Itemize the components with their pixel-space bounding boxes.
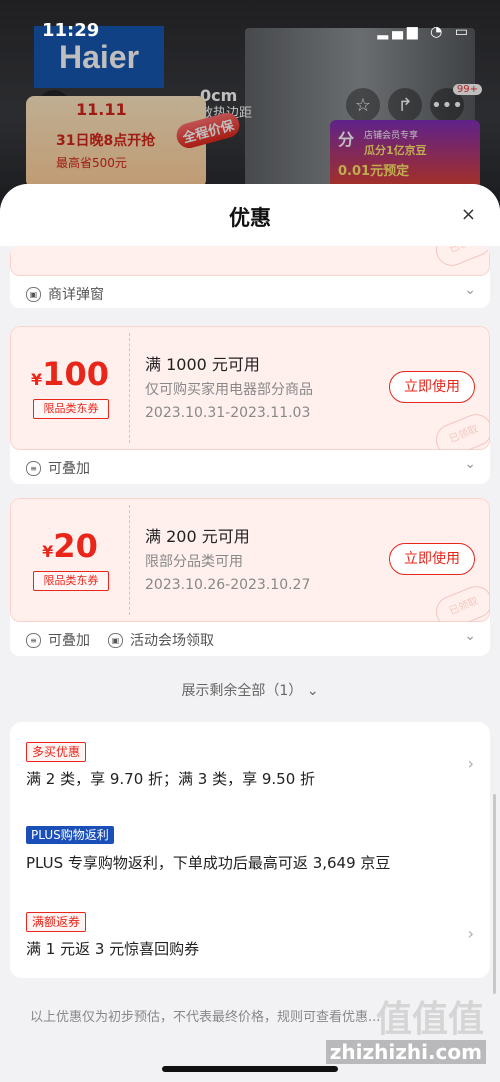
footer-item: ▣ 商详弹窗 xyxy=(26,284,104,304)
amount-value: 100 xyxy=(42,355,109,393)
coupon-amount: ¥100 xyxy=(11,355,129,393)
disclaimer-text: 以上优惠仅为初步预估，不代表最终价格，规则可查看优惠... xyxy=(30,1010,381,1025)
footer-label: 活动会场领取 xyxy=(130,633,214,649)
sheet-header: 优惠 × xyxy=(0,184,500,246)
coupon-body: ¥100 限品类东券 满 1000 元可用 仅可购买家用电器部分商品 2023.… xyxy=(10,326,490,461)
sheet-title: 优惠 xyxy=(229,206,271,230)
coupon-footer[interactable]: ≡ 可叠加 ▣ 活动会场领取 ⌄ xyxy=(10,622,490,656)
benefit-text: PLUS 专享购物返利，下单成功后最高可返 3,649 京豆 xyxy=(26,854,391,872)
coupon-divider xyxy=(129,505,130,615)
footer-item: ▣ 活动会场领取 xyxy=(108,630,214,650)
watermark-url: zhizhizhi.com xyxy=(325,1040,486,1064)
chevron-down-icon[interactable]: ⌄ xyxy=(464,282,476,298)
chevron-down-icon: ⌄ xyxy=(306,683,319,699)
home-indicator xyxy=(162,1066,338,1072)
discount-sheet: 优惠 × 已领取 ▣ 商详弹窗 ⌄ ¥100 限品类东券 满 1000 元可用 … xyxy=(0,184,500,1082)
coupon-card-partial: 已领取 ▣ 商详弹窗 ⌄ xyxy=(10,246,490,308)
benefit-tag: PLUS购物返利 xyxy=(26,826,114,844)
coupon-footer[interactable]: ≡ 可叠加 ⌄ xyxy=(10,450,490,484)
coupon-scope: 限部分品类可用 xyxy=(145,554,243,570)
footer-item: ≡ 可叠加 xyxy=(26,458,90,478)
amount-value: 20 xyxy=(53,527,98,565)
chevron-right-icon: › xyxy=(467,754,474,773)
scrollbar[interactable] xyxy=(493,794,496,994)
coupon-type-tag: 限品类东券 xyxy=(33,571,109,591)
coupon-footer[interactable]: ▣ 商详弹窗 ⌄ xyxy=(10,276,490,308)
status-time: 11:29 xyxy=(42,20,100,41)
coupon-amount: ¥20 xyxy=(11,527,129,565)
coupon-dates: 2023.10.26-2023.10.27 xyxy=(145,577,311,593)
coupon-scope: 仅可购买家用电器部分商品 xyxy=(145,382,313,398)
claimed-stamp: 已领取 xyxy=(431,246,490,271)
footer-item: ≡ 可叠加 xyxy=(26,630,90,650)
currency-symbol: ¥ xyxy=(42,542,54,561)
coupon-divider xyxy=(129,333,130,443)
footer-label: 可叠加 xyxy=(48,461,90,477)
chevron-down-icon[interactable]: ⌄ xyxy=(464,456,476,472)
close-icon[interactable]: × xyxy=(461,204,476,225)
benefit-tag: 多买优惠 xyxy=(26,742,87,762)
coupon-card: ¥100 限品类东券 满 1000 元可用 仅可购买家用电器部分商品 2023.… xyxy=(10,326,490,484)
coupon-partial-body: 已领取 xyxy=(10,246,490,276)
status-icons: ▂▄▆ ◔ ▭ xyxy=(377,24,472,40)
coupon-condition: 满 1000 元可用 xyxy=(145,355,260,374)
coupon-dates: 2023.10.31-2023.11.03 xyxy=(145,405,311,421)
benefits-card: 多买优惠 满 2 类，享 9.70 折；满 3 类，享 9.50 折 › PLU… xyxy=(10,722,490,978)
benefit-text: 满 2 类，享 9.70 折；满 3 类，享 9.50 折 xyxy=(26,770,316,788)
watermark-logo: 值值值 xyxy=(375,999,484,1040)
popup-icon: ▣ xyxy=(26,286,41,302)
stack-icon: ≡ xyxy=(26,460,41,476)
footer-label: 可叠加 xyxy=(48,633,90,649)
coupon-condition: 满 200 元可用 xyxy=(145,527,250,546)
currency-symbol: ¥ xyxy=(31,370,43,389)
coupon-card: ¥20 限品类东券 满 200 元可用 限部分品类可用 2023.10.26-2… xyxy=(10,498,490,656)
benefit-text: 满 1 元返 3 元惊喜回购券 xyxy=(26,940,200,958)
benefit-tag: 满额返券 xyxy=(26,912,87,932)
use-now-button[interactable]: 立即使用 xyxy=(389,543,475,575)
show-all-button[interactable]: 展示剩余全部（1） ⌄ xyxy=(0,680,500,700)
show-all-label: 展示剩余全部（1） xyxy=(181,683,303,699)
popup-icon: ▣ xyxy=(108,632,123,648)
use-now-button[interactable]: 立即使用 xyxy=(389,371,475,403)
chevron-down-icon[interactable]: ⌄ xyxy=(464,628,476,644)
footer-label: 商详弹窗 xyxy=(48,287,104,303)
coupon-type-tag: 限品类东券 xyxy=(33,399,109,419)
coupon-body: ¥20 限品类东券 满 200 元可用 限部分品类可用 2023.10.26-2… xyxy=(10,498,490,633)
stack-icon: ≡ xyxy=(26,632,41,648)
chevron-right-icon: › xyxy=(467,924,474,943)
